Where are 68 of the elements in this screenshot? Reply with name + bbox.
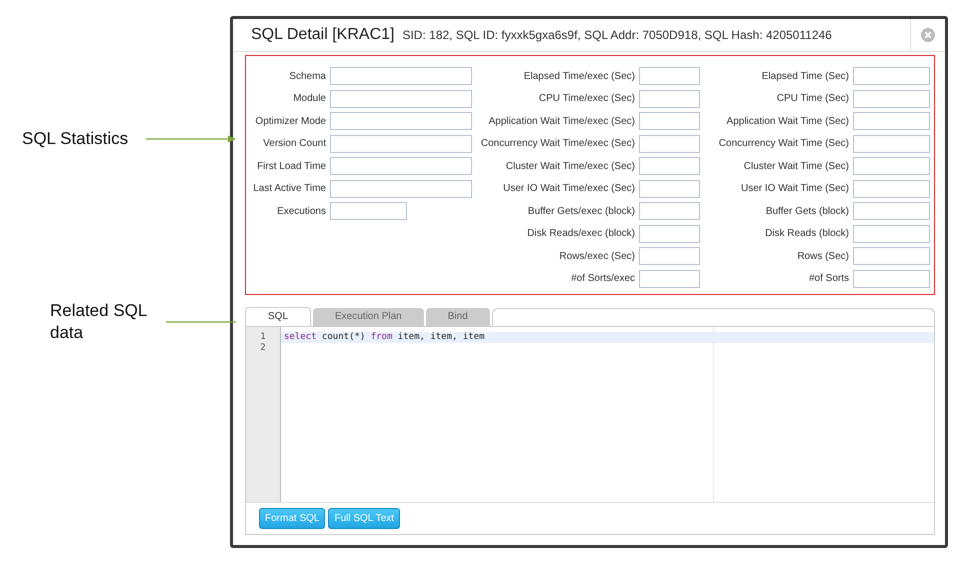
input-field[interactable] — [639, 224, 700, 242]
input-field[interactable] — [330, 157, 472, 175]
field-label: #of Sorts/exec — [571, 273, 635, 284]
action-button[interactable]: Format SQL — [259, 508, 326, 529]
field-label: User IO Wait Time (Sec) — [741, 183, 849, 194]
field-label: Module — [293, 93, 326, 104]
field-label: Version Count — [263, 138, 326, 149]
tab[interactable]: SQL — [245, 307, 312, 326]
field-label: Last Active Time — [253, 183, 326, 194]
input-field[interactable] — [853, 157, 930, 175]
code-editor[interactable]: select count(*) from item, item, item — [281, 327, 934, 502]
input-field[interactable] — [853, 224, 930, 242]
input-field[interactable] — [639, 112, 700, 130]
input-field[interactable] — [330, 112, 472, 130]
input-field[interactable] — [853, 247, 930, 265]
tab[interactable]: Bind — [426, 308, 490, 326]
input-field[interactable] — [639, 67, 700, 85]
input-field[interactable] — [639, 180, 700, 198]
field-label: Disk Reads/exec (block) — [527, 228, 635, 239]
field-label: Cluster Wait Time/exec (Sec) — [506, 160, 635, 172]
field-label: Schema — [289, 70, 326, 82]
input-field[interactable] — [639, 247, 700, 265]
input-field[interactable] — [853, 67, 930, 85]
field-label: Elapsed Time (Sec) — [762, 70, 849, 82]
dialog-subtitle: SID: 182, SQL ID: fyxxk5gxa6s9f, SQL Addr: 7050D918, SQL Hash: 4205011246 — [402, 28, 832, 42]
dialog-title: SQL Detail [KRAC1] — [251, 26, 394, 44]
field-label: Concurrency Wait Time (Sec) — [718, 138, 849, 149]
input-field[interactable] — [639, 270, 700, 288]
field-label: Application Wait Time/exec (Sec) — [488, 116, 635, 126]
input-field[interactable] — [330, 67, 472, 85]
input-field[interactable] — [853, 90, 930, 108]
tab[interactable]: Execution Plan — [313, 308, 424, 326]
input-field[interactable] — [639, 157, 700, 175]
field-label: Elapsed Time/exec (Sec) — [524, 70, 635, 82]
annotation-label: SQL Statistics — [22, 128, 130, 150]
field-label: Buffer Gets (block) — [766, 206, 849, 216]
input-field[interactable] — [853, 112, 930, 130]
input-field[interactable] — [330, 202, 407, 220]
action-button[interactable]: Full SQL Text — [328, 508, 400, 529]
code-line: select count(*) from item, item, item — [284, 332, 485, 342]
annotation-label: Related SQL data — [50, 300, 148, 344]
input-field[interactable] — [639, 90, 700, 108]
field-label: User IO Wait Time/exec (Sec) — [503, 183, 635, 194]
field-label: Concurrency Wait Time/exec (Sec) — [480, 138, 635, 149]
input-field[interactable] — [330, 134, 472, 152]
field-label: Optimizer Mode — [255, 116, 326, 126]
close-icon[interactable] — [921, 28, 935, 42]
input-field[interactable] — [853, 202, 930, 220]
line-number: 1 — [259, 332, 267, 343]
input-field[interactable] — [330, 90, 472, 108]
input-field[interactable] — [639, 134, 700, 152]
field-label: Cluster Wait Time (Sec) — [744, 160, 849, 172]
field-label: Executions — [277, 206, 326, 216]
field-label: Rows (Sec) — [797, 250, 849, 262]
field-label: CPU Time (Sec) — [776, 93, 849, 104]
input-field[interactable] — [853, 270, 930, 288]
field-label: #of Sorts — [808, 273, 849, 284]
input-field[interactable] — [853, 134, 930, 152]
field-label: Rows/exec (Sec) — [559, 250, 635, 262]
input-field[interactable] — [853, 180, 930, 198]
input-field[interactable] — [330, 180, 472, 198]
field-label: First Load Time — [257, 160, 326, 172]
line-number: 2 — [259, 343, 267, 354]
input-field[interactable] — [639, 202, 700, 220]
field-label: Application Wait Time (Sec) — [726, 116, 849, 126]
field-label: CPU Time/exec (Sec) — [538, 93, 635, 104]
field-label: Buffer Gets/exec (block) — [528, 206, 635, 216]
field-label: Disk Reads (block) — [765, 228, 849, 239]
